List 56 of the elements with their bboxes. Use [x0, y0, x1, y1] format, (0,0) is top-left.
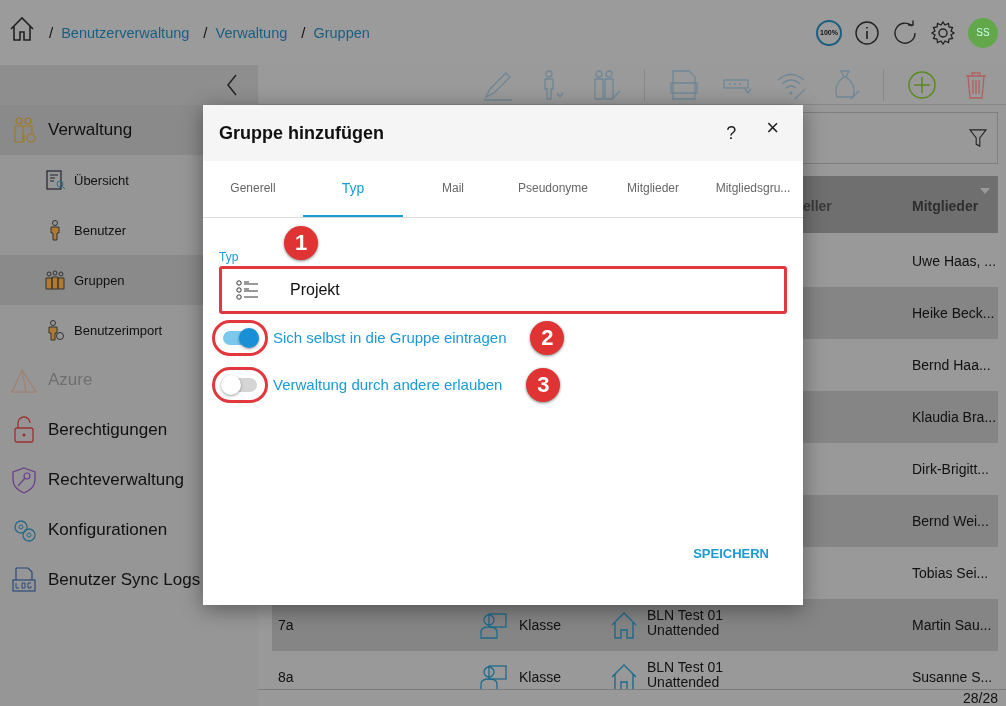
group-icon	[44, 269, 66, 291]
type-select[interactable]: Projekt	[219, 266, 787, 314]
sidebar-item[interactable]: Konfigurationen	[0, 505, 258, 555]
tab[interactable]: Pseudonyme	[503, 161, 603, 217]
breadcrumb-separator: /	[301, 24, 306, 41]
save-button[interactable]: SPEICHERN	[687, 545, 775, 562]
table-cell: Bernd Wei...	[912, 513, 989, 529]
toggle-label[interactable]: Verwaltung durch andere erlauben	[273, 376, 503, 393]
triangle-icon	[10, 366, 38, 394]
help-button[interactable]: ?	[718, 122, 745, 144]
checklist-icon	[236, 280, 260, 300]
close-button[interactable]: ×	[758, 115, 787, 141]
callout-marker: 3	[526, 367, 561, 402]
table-cell: 8a	[278, 669, 294, 685]
tab[interactable]: Mail	[403, 161, 503, 217]
add-icon[interactable]	[906, 68, 938, 101]
table-cell: Klaudia Bra...	[912, 409, 997, 425]
settings-icon[interactable]	[930, 19, 956, 46]
toggle-label[interactable]: Sich selbst in die Gruppe eintragen	[273, 329, 507, 346]
sidebar-item[interactable]: Rechteverwaltung	[0, 455, 258, 505]
document-icon[interactable]	[667, 68, 699, 101]
breadcrumb-separator: /	[203, 24, 208, 41]
callout-marker: 2	[530, 320, 565, 355]
sidebar-item[interactable]: Berechtigungen	[0, 405, 258, 455]
home-icon[interactable]	[9, 15, 35, 42]
collapse-icon[interactable]	[226, 74, 238, 96]
table-cell: BLN Test 01 Unattended	[647, 660, 723, 690]
table-cell: Klasse	[519, 669, 562, 685]
tab[interactable]: Generell	[203, 161, 303, 217]
table-cell: Klasse	[519, 617, 562, 633]
report-icon	[44, 169, 66, 191]
table-row[interactable]: 7a Klasse BLN Test 01 Unattended Martin Sau...	[272, 599, 998, 651]
table-row[interactable]: 8a Klasse BLN Test 01 Unattended Susanne S...	[272, 651, 998, 691]
teacher-board-icon	[479, 610, 509, 640]
house-icon	[610, 611, 638, 639]
row-count: 28/28	[962, 690, 998, 706]
table-cell: Martin Sau...	[912, 617, 992, 633]
tab[interactable]: Mitglieder	[603, 161, 703, 217]
table-cell: Dirk-Brigitt...	[912, 461, 989, 477]
sidebar-item[interactable]: Benutzer Sync Logs	[0, 555, 258, 605]
table-cell: Susanne S...	[912, 669, 993, 685]
filter-icon[interactable]	[969, 128, 987, 148]
callout-marker: 1	[284, 226, 318, 260]
house-icon	[610, 663, 638, 691]
tab[interactable]: Mitgliedsgru...	[703, 161, 803, 217]
refresh-icon[interactable]	[892, 19, 918, 46]
info-icon[interactable]	[854, 19, 880, 46]
table-cell: BLN Test 01 Unattended	[647, 608, 723, 638]
breadcrumb-separator: /	[49, 24, 54, 41]
teacher-board-icon	[479, 662, 509, 691]
shield-key-icon	[10, 466, 38, 494]
tab[interactable]: Typ	[303, 161, 403, 217]
table-cell: Heike Beck...	[912, 305, 995, 321]
log-file-icon	[10, 566, 38, 594]
table-cell: 7a	[278, 617, 294, 633]
caret-icon[interactable]	[980, 188, 990, 194]
